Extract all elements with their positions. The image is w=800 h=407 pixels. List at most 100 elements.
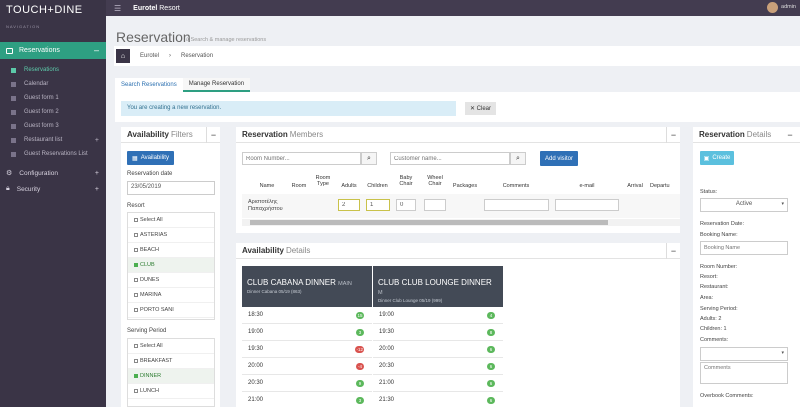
sidebar-item-label: Reservations [24, 67, 60, 73]
time-slot[interactable]: 21:00 6 [373, 375, 503, 392]
time-slot[interactable]: 21:00 3 [242, 392, 372, 407]
customer-name-input[interactable] [390, 152, 510, 165]
list-item[interactable]: BREAKFAST [128, 354, 214, 369]
availability-button[interactable]: ▦ Availability [127, 151, 174, 165]
list-item-label: ASTERIAS [140, 232, 168, 238]
list-item[interactable]: DINNER [128, 369, 214, 384]
list-item[interactable]: PORTO SANI [128, 303, 214, 318]
sidebar-item-calendar[interactable]: Calendar [0, 77, 106, 91]
minimize-icon[interactable]: − [783, 127, 797, 143]
list-item[interactable]: BEACH [128, 243, 214, 258]
time-slot[interactable]: 20:00 6 [373, 341, 503, 358]
minimize-icon[interactable]: − [206, 127, 220, 143]
adults-input[interactable] [338, 199, 360, 211]
availability-badge: 9 [356, 380, 364, 387]
search-icon[interactable]: ⌕ [510, 152, 526, 165]
comments-textarea[interactable] [700, 362, 788, 384]
checkbox[interactable] [134, 389, 138, 393]
checkbox[interactable] [134, 359, 138, 363]
slot-time: 18:30 [248, 312, 264, 318]
breadcrumb-item[interactable]: Eurotel [140, 53, 159, 59]
list-item[interactable]: ASTERIAS [128, 228, 214, 243]
sidebar-item-label: Guest form 1 [24, 95, 59, 101]
availability-badge: -12 [355, 346, 364, 353]
expand-icon[interactable]: + [95, 170, 99, 177]
reservation-date-input[interactable]: 23/05/2019 [127, 181, 215, 195]
add-visitor-button[interactable]: Add visitor [540, 151, 578, 166]
search-icon[interactable]: ⌕ [361, 152, 377, 165]
sidebar-item-reservations[interactable]: Reservations [0, 63, 106, 77]
time-slot[interactable]: 20:00 -4 [242, 358, 372, 375]
collapse-icon[interactable]: – [94, 45, 99, 55]
sidebar-item-reservations[interactable]: Reservations – [0, 42, 106, 59]
minimize-icon[interactable]: − [666, 127, 680, 143]
list-item[interactable]: DUNES [128, 273, 214, 288]
checkbox[interactable] [134, 218, 138, 222]
checkbox[interactable] [134, 248, 138, 252]
user-name[interactable]: admin [781, 4, 796, 10]
checkbox[interactable] [134, 308, 138, 312]
booking-name-input[interactable] [700, 241, 788, 255]
minimize-icon[interactable]: − [666, 243, 680, 259]
card-title-text: CLUB CLUB LOUNGE DINNER [378, 278, 492, 287]
menu-icon[interactable]: ☰ [114, 4, 121, 13]
checkbox[interactable] [134, 278, 138, 282]
comments-select[interactable]: ▾ [700, 347, 788, 361]
card-tag: MAIN [338, 281, 352, 287]
availability-card[interactable]: CLUB CABANA DINNER MAIN Dinner Cabana 05/… [242, 266, 372, 407]
email-input[interactable] [555, 199, 619, 211]
status-select[interactable]: Active ▾ [700, 198, 788, 212]
home-icon[interactable]: ⌂ [116, 49, 130, 63]
sidebar-item-configuration[interactable]: ⚙ Configuration + [0, 165, 106, 181]
tab-manage-reservation[interactable]: Manage Reservation [182, 78, 251, 92]
wheel-chair-input[interactable] [424, 199, 446, 211]
time-slot[interactable]: 19:30 8 [373, 324, 503, 341]
panel-title: Reservation [242, 130, 288, 139]
list-item[interactable]: Select All [128, 339, 214, 354]
time-slot[interactable]: 19:00 4 [373, 307, 503, 324]
clear-button[interactable]: ✕ Clear [465, 102, 496, 115]
availability-card[interactable]: CLUB CLUB LOUNGE DINNER M Dinner Club Lou… [373, 266, 503, 407]
list-item[interactable]: Select All [128, 213, 214, 228]
tab-search-reservations[interactable]: Search Reservations [115, 78, 183, 92]
checkbox[interactable] [134, 233, 138, 237]
checkbox[interactable] [134, 293, 138, 297]
col-header-comments: Comments [502, 183, 530, 189]
sidebar-item-label: Restaurant list [24, 137, 63, 143]
time-slot[interactable]: 19:00 3 [242, 324, 372, 341]
time-slot[interactable]: 19:30 -12 [242, 341, 372, 358]
list-item-label: Select All [140, 343, 163, 349]
checkbox[interactable] [134, 344, 138, 348]
sidebar-item-guest-reservations-list[interactable]: Guest Reservations List [0, 147, 106, 161]
time-slot[interactable]: 20:30 6 [373, 358, 503, 375]
list-item[interactable]: MARINA [128, 288, 214, 303]
square-icon [11, 67, 16, 73]
expand-icon[interactable]: + [95, 137, 99, 144]
create-button[interactable]: ▣ Create [700, 151, 734, 165]
children-input[interactable] [366, 199, 390, 211]
list-item[interactable]: CLUB [128, 258, 214, 273]
checkbox[interactable] [134, 374, 138, 378]
serving-period-label: Serving Period: [700, 306, 738, 312]
expand-icon[interactable]: + [95, 186, 99, 193]
baby-chair-input[interactable] [396, 199, 416, 211]
time-slot[interactable]: 18:30 15 [242, 307, 372, 324]
room-number-input[interactable] [242, 152, 361, 165]
horizontal-scrollbar[interactable] [242, 219, 680, 226]
sidebar-item-guest-form-2[interactable]: Guest form 2 [0, 105, 106, 119]
sidebar-item-guest-form-1[interactable]: Guest form 1 [0, 91, 106, 105]
square-icon [11, 81, 16, 87]
time-slot[interactable]: 20:30 9 [242, 375, 372, 392]
panel-header: Availability Details − [236, 243, 680, 259]
sidebar-item-restaurant-list[interactable]: Restaurant list + [0, 133, 106, 147]
checkbox[interactable] [134, 263, 138, 267]
avatar[interactable] [767, 2, 778, 13]
sidebar-item-security[interactable]: 🔒︎ Security + [0, 181, 106, 197]
scrollbar-thumb[interactable] [250, 220, 608, 225]
list-item-label: DINNER [140, 373, 162, 379]
sidebar-item-guest-form-3[interactable]: Guest form 3 [0, 119, 106, 133]
col-header-wheel-chair: Wheel Chair [427, 175, 443, 187]
list-item[interactable]: LUNCH [128, 384, 214, 399]
comments-input[interactable] [484, 199, 549, 211]
time-slot[interactable]: 21:30 6 [373, 392, 503, 407]
